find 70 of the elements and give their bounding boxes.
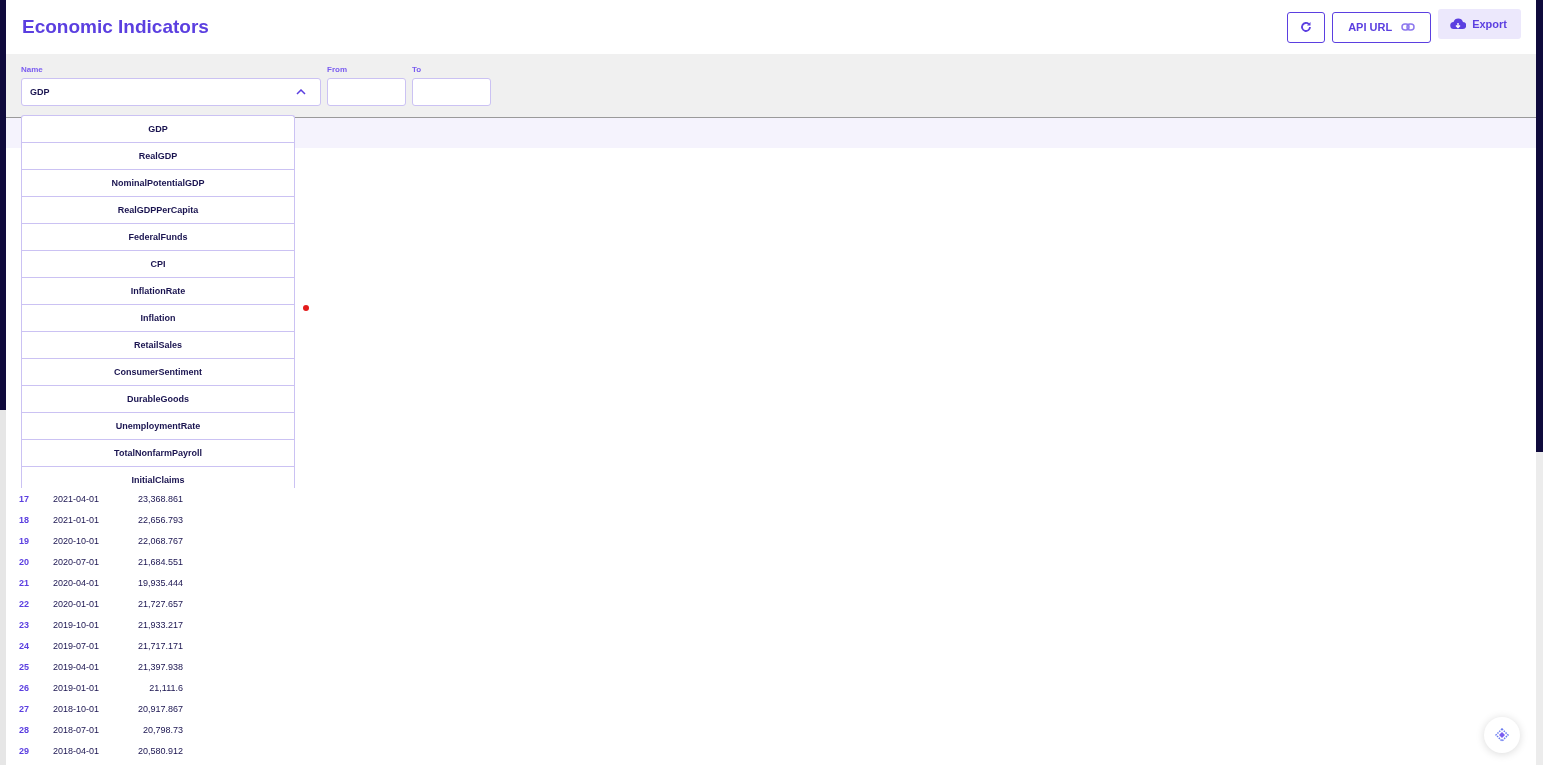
dropdown-option[interactable]: InflationRate [22,278,294,305]
cloud-upload-icon [1450,17,1467,30]
name-select[interactable]: GDP [21,78,321,106]
table-cell-text: 21,727.657 [136,598,183,609]
chevron-icon [296,89,306,95]
field-label: To [412,65,423,74]
row-number: 29 [19,745,30,756]
row-number: 23 [19,619,30,630]
table-cell-text: 21,717.171 [136,640,183,651]
dropdown-option[interactable]: CPI [22,251,294,278]
to-date-field[interactable] [412,78,491,106]
field-label: From [327,65,348,74]
table-cell-text: 2019-01-01 [53,682,101,693]
row-number: 17 [19,493,30,504]
from-date-field[interactable] [327,78,406,106]
table-cell-text: 20,798.73 [141,724,183,735]
export-button[interactable]: Export [1438,8,1521,39]
table-cell-text: 2020-01-01 [53,598,101,609]
row-number: 24 [19,640,30,651]
dropdown-option[interactable]: UnemploymentRate [22,413,294,440]
table-cell-text: 23,368.861 [136,493,183,504]
dropdown-option[interactable]: DurableGoods [22,386,294,413]
api-url-button[interactable]: API URL [1332,11,1432,43]
table-cell-text: 21,397.938 [136,661,183,672]
table-cell-text: 19,935.444 [136,577,183,588]
table-cell-text: 21,684.551 [136,556,183,567]
row-number: 22 [19,598,30,609]
table-cell-text: 20,917.867 [136,703,183,714]
table-cell-text: 2021-04-01 [53,493,101,504]
table-cell-text: 2020-04-01 [53,577,101,588]
dropdown-option[interactable]: FederalFunds [22,224,294,251]
row-number: 18 [19,514,30,525]
table-cell-text: 2019-10-01 [53,619,101,630]
table-cell-text: 2018-04-01 [53,745,101,756]
table-cell-text: 22,656.793 [136,514,183,525]
diamond-icon [1495,728,1509,742]
dropdown-option[interactable]: GDP [22,116,294,143]
table-cell-text: 2018-10-01 [53,703,101,714]
row-number: 26 [19,682,30,693]
dropdown-option[interactable]: ConsumerSentiment [22,359,294,386]
dropdown-option[interactable]: TotalNonfarmPayroll [22,440,294,467]
table-cell-text: 2021-01-01 [53,514,101,525]
refresh-icon [1300,21,1313,33]
table-cell-text: 2018-07-01 [53,724,101,735]
dropdown-option[interactable]: RetailSales [22,332,294,359]
row-number: 25 [19,661,30,672]
table-cell-text: 2019-04-01 [53,661,101,672]
table-cell-text: 20,580.912 [136,745,183,756]
dropdown-option[interactable]: Inflation [22,305,294,332]
page-title: Economic Indicators [22,16,209,38]
row-number: 20 [19,556,30,567]
refresh-button[interactable] [1287,11,1326,43]
field-label: Name [21,65,44,74]
row-number: 27 [19,703,30,714]
row-number: 21 [19,577,30,588]
dropdown-option[interactable]: NominalPotentialGDP [22,170,294,197]
dropdown-option[interactable]: InitialClaims [22,467,294,488]
link-icon [1401,23,1416,31]
dropdown-option[interactable]: RealGDPPerCapita [22,197,294,224]
marker-dot [303,305,309,311]
table-cell-text: 2020-10-01 [53,535,101,546]
table-cell-text: 21,111.6 [148,682,183,693]
row-number: 19 [19,535,30,546]
table-cell-text: 2020-07-01 [53,556,101,567]
table-cell-text: 22,068.767 [136,535,183,546]
row-number: 28 [19,724,30,735]
dropdown-option[interactable]: RealGDP [22,143,294,170]
table-cell-text: 21,933.217 [136,619,183,630]
table-cell-text: 2019-07-01 [53,640,101,651]
assistant-button[interactable] [1484,717,1520,753]
